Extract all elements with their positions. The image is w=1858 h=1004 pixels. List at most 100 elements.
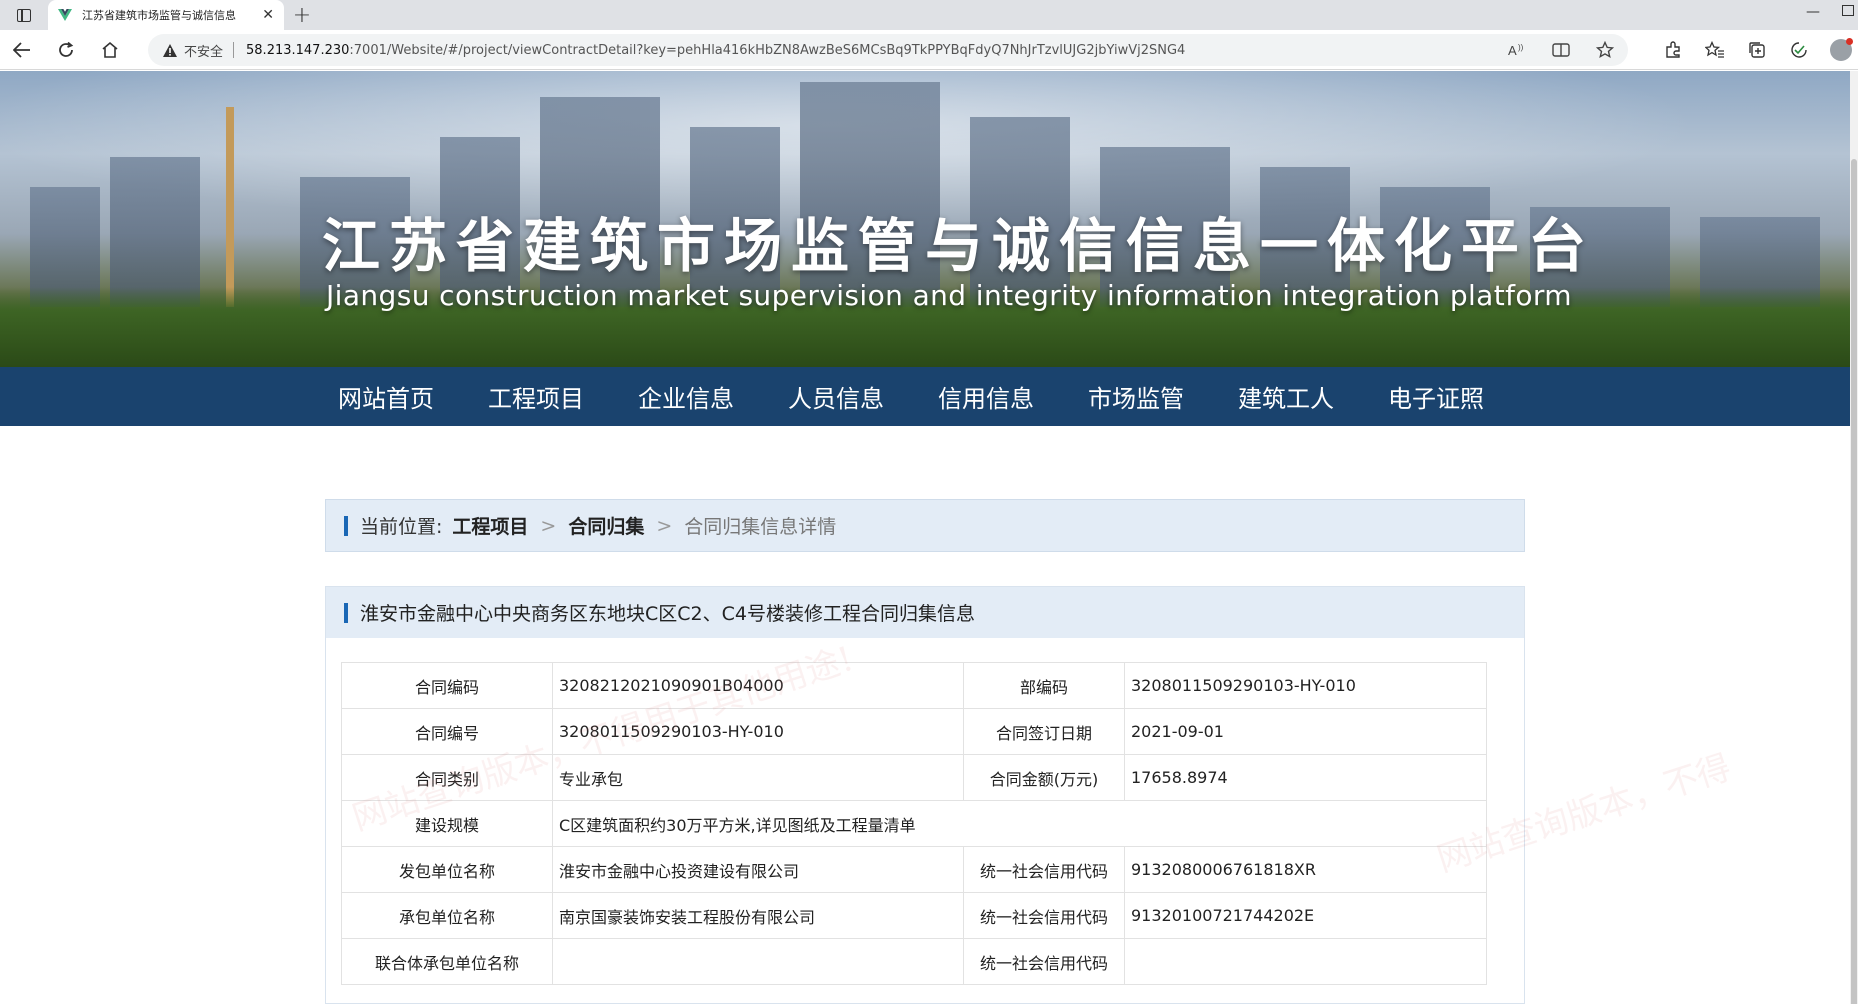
- banner-tower: [226, 107, 234, 307]
- warning-icon[interactable]: [162, 42, 178, 58]
- field-value: 3208011509290103-HY-010: [1124, 662, 1487, 709]
- breadcrumb-accent-bar: [344, 515, 348, 536]
- home-button[interactable]: [88, 30, 132, 70]
- nav-item-market-supervision[interactable]: 市场监管: [1074, 367, 1198, 426]
- field-value: 南京国豪装饰安装工程股份有限公司: [552, 892, 964, 939]
- field-value: 9132080006761818XR: [1124, 846, 1487, 893]
- field-value: 3208212021090901B04000: [552, 662, 964, 709]
- field-label: 建设规模: [341, 800, 553, 847]
- breadcrumb-separator: >: [540, 514, 557, 537]
- home-icon: [102, 41, 118, 58]
- table-row: 合同编码 3208212021090901B04000 部编码 32080115…: [341, 662, 1487, 709]
- table-row: 建设规模 C区建筑面积约30万平方米,详见图纸及工程量清单: [341, 800, 1487, 847]
- table-row: 发包单位名称 淮安市金融中心投资建设有限公司 统一社会信用代码 91320800…: [341, 846, 1487, 893]
- browser-toolbar-right: [1662, 30, 1858, 70]
- field-value: 淮安市金融中心投资建设有限公司: [552, 846, 964, 893]
- nav-item-e-certificates[interactable]: 电子证照: [1374, 367, 1498, 426]
- insecure-label[interactable]: 不安全: [184, 41, 223, 60]
- close-tab-icon[interactable]: ✕: [262, 8, 274, 22]
- nav-item-personnel[interactable]: 人员信息: [774, 367, 898, 426]
- field-label: 部编码: [963, 662, 1125, 709]
- site-subtitle: Jiangsu construction market supervision …: [326, 279, 1572, 312]
- profile-avatar[interactable]: [1830, 38, 1853, 61]
- field-value: C区建筑面积约30万平方米,详见图纸及工程量清单: [552, 800, 1487, 847]
- extensions-icon[interactable]: [1662, 39, 1684, 61]
- vue-logo-icon: [58, 8, 72, 22]
- contract-info-card: 淮安市金融中心中央商务区东地块C区C2、C4号楼装修工程合同归集信息 合同编码 …: [325, 586, 1525, 1004]
- tab-actions-button[interactable]: [0, 0, 48, 30]
- favorite-star-icon[interactable]: [1594, 39, 1616, 61]
- main-navigation-items: 网站首页 工程项目 企业信息 人员信息 信用信息 市场监管 建筑工人 电子证照: [324, 367, 1524, 426]
- main-navigation: 网站首页 工程项目 企业信息 人员信息 信用信息 市场监管 建筑工人 电子证照: [0, 367, 1850, 426]
- contract-details-table: 合同编码 3208212021090901B04000 部编码 32080115…: [341, 662, 1487, 985]
- table-row: 合同类别 专业承包 合同金额(万元) 17658.8974: [341, 754, 1487, 801]
- breadcrumb-link-contracts[interactable]: 合同归集: [568, 512, 644, 539]
- field-label: 合同编号: [341, 708, 553, 755]
- nav-item-workers[interactable]: 建筑工人: [1224, 367, 1348, 426]
- read-aloud-icon[interactable]: A)): [1506, 39, 1528, 61]
- svg-text:)): )): [1518, 43, 1524, 52]
- card-accent-bar: [344, 602, 348, 623]
- breadcrumb-current: 合同归集信息详情: [684, 516, 837, 538]
- field-label: 合同金额(万元): [963, 754, 1125, 801]
- table-row: 承包单位名称 南京国豪装饰安装工程股份有限公司 统一社会信用代码 9132010…: [341, 892, 1487, 939]
- collections-icon[interactable]: [1746, 39, 1768, 61]
- card-header: 淮安市金融中心中央商务区东地块C区C2、C4号楼装修工程合同归集信息: [326, 587, 1524, 638]
- field-label: 统一社会信用代码: [963, 938, 1125, 985]
- field-label: 统一社会信用代码: [963, 892, 1125, 939]
- tab-bar: 江苏省建筑市场监管与诚信信息 ✕ + —: [0, 0, 1858, 30]
- table-row: 联合体承包单位名称 统一社会信用代码: [341, 938, 1487, 985]
- reload-button[interactable]: [44, 30, 88, 70]
- field-label: 发包单位名称: [341, 846, 553, 893]
- field-label: 联合体承包单位名称: [341, 938, 553, 985]
- back-arrow-icon: [13, 41, 30, 58]
- nav-item-home[interactable]: 网站首页: [324, 367, 448, 426]
- nav-item-enterprises[interactable]: 企业信息: [624, 367, 748, 426]
- browser-essentials-icon[interactable]: [1788, 39, 1810, 61]
- url-bar[interactable]: 不安全 58.213.147.230:7001/Website/#/projec…: [148, 34, 1628, 66]
- nav-item-projects[interactable]: 工程项目: [474, 367, 598, 426]
- field-label: 统一社会信用代码: [963, 846, 1125, 893]
- immersive-reader-icon[interactable]: [1550, 39, 1572, 61]
- banner-building: [110, 157, 200, 307]
- field-label: 合同签订日期: [963, 708, 1125, 755]
- field-label: 合同编码: [341, 662, 553, 709]
- reload-icon: [59, 41, 74, 57]
- url-actions: A)): [1506, 34, 1616, 66]
- card-title: 淮安市金融中心中央商务区东地块C区C2、C4号楼装修工程合同归集信息: [360, 603, 975, 625]
- address-toolbar: 不安全 58.213.147.230:7001/Website/#/projec…: [0, 30, 1858, 70]
- page-scrollbar[interactable]: [1850, 71, 1858, 1004]
- url-separator: [233, 42, 235, 58]
- page-viewport: 江苏省建筑市场监管与诚信信息一体化平台 Jiangsu construction…: [0, 71, 1850, 1004]
- field-value: 91320100721744202E: [1124, 892, 1487, 939]
- field-label: 承包单位名称: [341, 892, 553, 939]
- field-value: 专业承包: [552, 754, 964, 801]
- breadcrumb: 当前位置: 工程项目 > 合同归集 > 合同归集信息详情: [325, 499, 1525, 552]
- scrollbar-thumb[interactable]: [1851, 159, 1857, 1004]
- nav-item-credit[interactable]: 信用信息: [924, 367, 1048, 426]
- new-tab-button[interactable]: +: [284, 0, 320, 30]
- maximize-window-button[interactable]: [1842, 5, 1854, 16]
- field-label: 合同类别: [341, 754, 553, 801]
- breadcrumb-label: 当前位置:: [360, 516, 443, 538]
- browser-window: 江苏省建筑市场监管与诚信信息 ✕ + — 不安全 58.213.147.230:…: [0, 0, 1858, 1004]
- breadcrumb-separator: >: [656, 514, 673, 537]
- site-banner: 江苏省建筑市场监管与诚信信息一体化平台 Jiangsu construction…: [0, 71, 1850, 367]
- minimize-window-button[interactable]: —: [1806, 4, 1820, 20]
- site-title: 江苏省建筑市场监管与诚信信息一体化平台: [322, 212, 1596, 280]
- back-button[interactable]: [0, 30, 44, 70]
- url-host[interactable]: 58.213.147.230: [246, 43, 349, 58]
- field-value: [1124, 938, 1487, 985]
- favorites-icon[interactable]: [1704, 39, 1726, 61]
- url-path[interactable]: :7001/Website/#/project/viewContractDeta…: [349, 43, 1185, 58]
- field-value: 2021-09-01: [1124, 708, 1487, 755]
- field-value: 17658.8974: [1124, 754, 1487, 801]
- table-row: 合同编号 3208011509290103-HY-010 合同签订日期 2021…: [341, 708, 1487, 755]
- field-value: [552, 938, 964, 985]
- field-value: 3208011509290103-HY-010: [552, 708, 964, 755]
- breadcrumb-link-projects[interactable]: 工程项目: [452, 512, 528, 539]
- svg-text:A: A: [1508, 43, 1517, 58]
- tab-title: 江苏省建筑市场监管与诚信信息: [82, 9, 236, 22]
- browser-tab[interactable]: 江苏省建筑市场监管与诚信信息 ✕: [48, 0, 284, 30]
- tab-actions-icon: [17, 8, 31, 22]
